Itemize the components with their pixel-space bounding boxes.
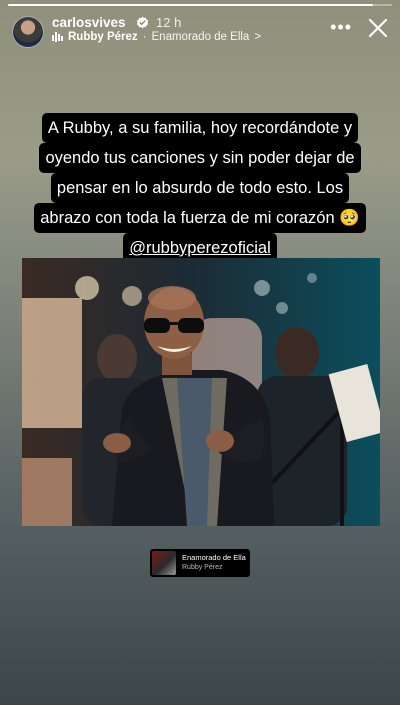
album-art <box>152 551 176 575</box>
caption-line: A Rubby, a su familia, hoy recordándote … <box>41 113 359 143</box>
more-icon[interactable]: ••• <box>330 18 352 36</box>
story-caption: A Rubby, a su familia, hoy recordándote … <box>30 113 370 263</box>
story-header: carlosvives 12 h Rubby Pérez · Enamorado… <box>12 14 388 48</box>
music-sticker[interactable]: Enamorado de Ella Rubby Pérez <box>150 549 250 577</box>
music-separator: · <box>142 31 147 43</box>
verified-badge-icon <box>136 16 149 29</box>
music-bars-icon <box>52 32 63 42</box>
caption-line: abrazo con toda la fuerza de mi corazón … <box>34 203 366 233</box>
username[interactable]: carlosvives <box>52 15 126 30</box>
story-photo <box>22 258 380 526</box>
avatar[interactable] <box>12 16 44 48</box>
close-icon[interactable] <box>368 18 388 38</box>
performer-photo-illustration <box>22 258 380 526</box>
sticker-artist: Rubby Pérez <box>182 564 223 571</box>
sticker-song-title: Enamorado de Ella <box>182 553 246 562</box>
post-time: 12 h <box>156 15 182 30</box>
music-attribution[interactable]: Rubby Pérez · Enamorado de Ella > <box>52 31 261 43</box>
music-artist[interactable]: Rubby Pérez <box>68 31 138 43</box>
music-song[interactable]: Enamorado de Ella <box>152 31 250 43</box>
chevron-right-icon[interactable]: > <box>254 31 261 43</box>
caption-line: pensar en lo absurdo de todo esto. Los <box>50 173 350 203</box>
story-progress-fill <box>8 4 373 6</box>
caption-line: oyendo tus canciones y sin poder dejar d… <box>39 143 361 173</box>
story-progress-bar <box>8 4 392 6</box>
